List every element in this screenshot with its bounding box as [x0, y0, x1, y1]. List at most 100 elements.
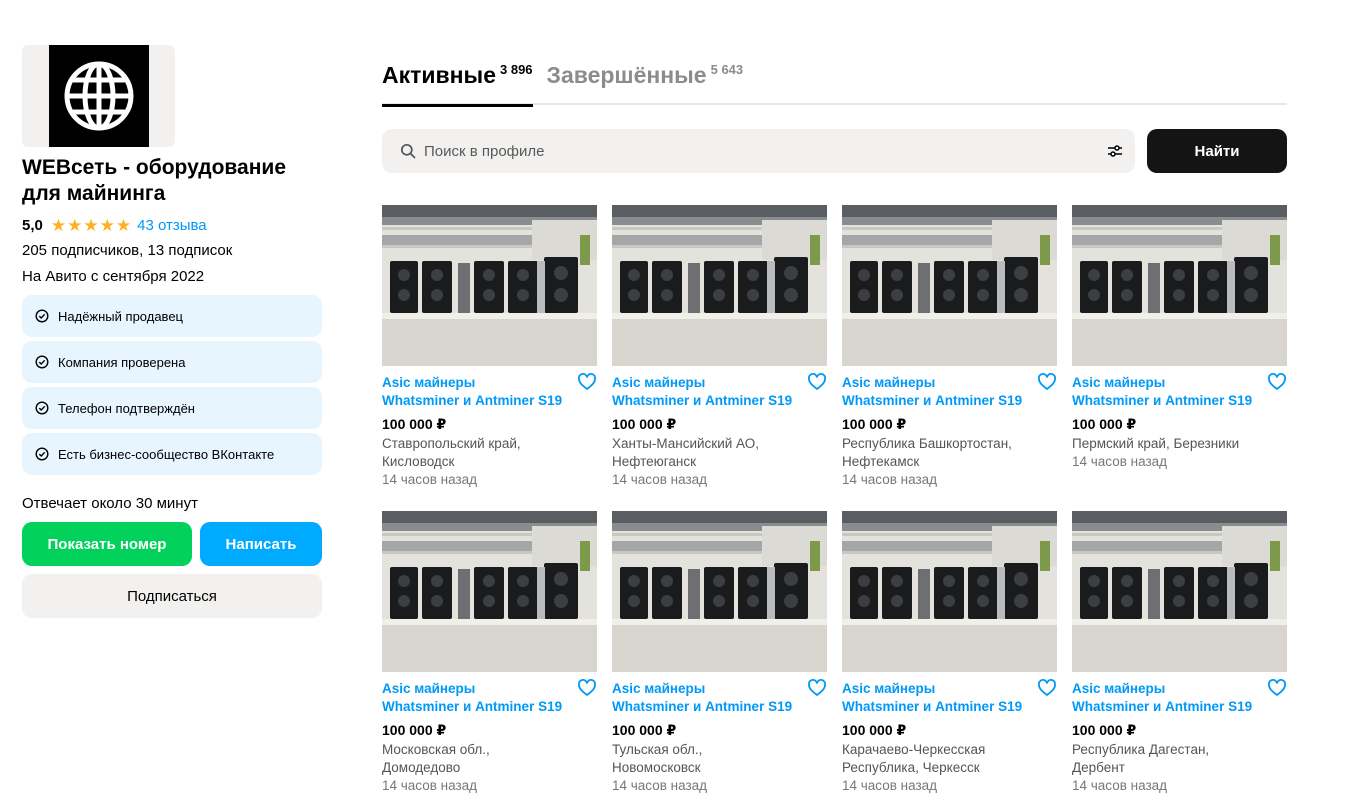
search-icon	[400, 143, 416, 159]
listing-location-line: Республика Дагестан,	[1072, 742, 1210, 757]
tab-count: 3 896	[500, 62, 533, 77]
tab-completed[interactable]: Завершённые 5 643	[547, 58, 744, 105]
contact-buttons: Показать номер Написать	[22, 522, 322, 566]
listing-title[interactable]: Asic майнеры Whatsminer и Antminer S19	[612, 680, 799, 716]
show-phone-button[interactable]: Показать номер	[22, 522, 192, 566]
listing-title-line: Asic майнеры	[842, 375, 936, 390]
listing-title-line: Whatsminer и Antminer S19	[612, 393, 793, 408]
favorite-heart-icon[interactable]	[1037, 678, 1057, 698]
listing-location-line: Домодедово	[382, 760, 461, 775]
listing-time: 14 часов назад	[1072, 778, 1168, 793]
listing-title-line: Asic майнеры	[612, 375, 706, 390]
listing-photo[interactable]	[842, 205, 1057, 366]
listing-title[interactable]: Asic майнеры Whatsminer и Antminer S19	[1072, 374, 1259, 410]
listing-location-line: Республика Башкортостан,	[842, 436, 1012, 451]
listing-card[interactable]: Asic майнеры Whatsminer и Antminer S19 1…	[842, 511, 1057, 806]
favorite-heart-icon[interactable]	[577, 372, 597, 392]
check-circle-icon	[35, 355, 49, 369]
listing-tabs: Активные 3 896 Завершённые 5 643	[382, 58, 1287, 107]
listing-title[interactable]: Asic майнеры Whatsminer и Antminer S19	[842, 680, 1029, 716]
find-button[interactable]: Найти	[1147, 129, 1287, 173]
favorite-heart-icon[interactable]	[1267, 678, 1287, 698]
write-message-button[interactable]: Написать	[200, 522, 322, 566]
listing-time: 14 часов назад	[612, 472, 708, 487]
badge-vk-community[interactable]: Есть бизнес-сообщество ВКонтакте	[22, 433, 322, 475]
check-circle-icon	[35, 401, 49, 415]
miners-photo	[1072, 511, 1287, 672]
listing-title[interactable]: Asic майнеры Whatsminer и Antminer S19	[842, 374, 1029, 410]
favorite-heart-icon[interactable]	[1267, 372, 1287, 392]
favorite-heart-icon[interactable]	[807, 678, 827, 698]
listing-photo[interactable]	[1072, 205, 1287, 366]
globe-icon	[49, 45, 149, 147]
listing-card[interactable]: Asic майнеры Whatsminer и Antminer S19 1…	[612, 205, 827, 511]
listing-price: 100 000 ₽	[842, 722, 907, 738]
trust-badges: Надёжный продавец Компания проверена Тел…	[22, 295, 322, 475]
listing-photo[interactable]	[612, 511, 827, 672]
listing-time: 14 часов назад	[1072, 454, 1168, 469]
seller-logo[interactable]	[22, 45, 175, 147]
listing-photo[interactable]	[1072, 511, 1287, 672]
search-row: Найти	[382, 129, 1287, 173]
rating-stars: ★ ★ ★ ★ ★	[51, 217, 131, 234]
listing-location-line: Новомосковск	[612, 760, 701, 775]
listing-location: Ханты-Мансийский АО, Нефтеюганск	[612, 435, 827, 471]
subscribe-button[interactable]: Подписаться	[22, 574, 322, 618]
filter-sliders-icon[interactable]	[1107, 143, 1123, 159]
listing-title[interactable]: Asic майнеры Whatsminer и Antminer S19	[612, 374, 799, 410]
search-box[interactable]	[382, 129, 1135, 173]
favorite-heart-icon[interactable]	[1037, 372, 1057, 392]
response-time: Отвечает около 30 минут	[22, 495, 198, 512]
listing-photo[interactable]	[612, 205, 827, 366]
listing-location-line: Дербент	[1072, 760, 1125, 775]
rating-row: 5,0 ★ ★ ★ ★ ★ 43 отзыва	[22, 215, 322, 235]
listing-head: Asic майнеры Whatsminer и Antminer S19	[382, 678, 597, 716]
listing-photo[interactable]	[842, 511, 1057, 672]
listing-title-line: Whatsminer и Antminer S19	[382, 393, 563, 408]
star-icon: ★	[67, 215, 83, 235]
subscribers-count[interactable]: 205 подписчиков, 13 подписок	[22, 241, 322, 261]
listing-title-line: Whatsminer и Antminer S19	[842, 699, 1023, 714]
listings-grid: Asic майнеры Whatsminer и Antminer S19 1…	[382, 205, 1287, 806]
favorite-heart-icon[interactable]	[577, 678, 597, 698]
listing-location-line: Ставропольский край,	[382, 436, 521, 451]
listing-card[interactable]: Asic майнеры Whatsminer и Antminer S19 1…	[1072, 511, 1287, 806]
badge-company-verified[interactable]: Компания проверена	[22, 341, 322, 383]
listing-location-line: Республика, Черкесск	[842, 760, 980, 775]
listing-location: Республика Дагестан, Дербент	[1072, 741, 1287, 777]
badge-label: Надёжный продавец	[58, 308, 183, 324]
listing-card[interactable]: Asic майнеры Whatsminer и Antminer S19 1…	[382, 511, 597, 806]
badge-reliable-seller[interactable]: Надёжный продавец	[22, 295, 322, 337]
listing-location: Карачаево-Черкесская Республика, Черкесс…	[842, 741, 1057, 777]
listing-head: Asic майнеры Whatsminer и Antminer S19	[382, 372, 597, 410]
listing-title[interactable]: Asic майнеры Whatsminer и Antminer S19	[1072, 680, 1259, 716]
listing-location-line: Карачаево-Черкесская	[842, 742, 986, 757]
listing-title-line: Whatsminer и Antminer S19	[1072, 393, 1253, 408]
seller-name: WEBсеть - оборудование для майнинга	[22, 156, 287, 205]
star-icon: ★	[99, 215, 115, 235]
search-input[interactable]	[424, 142, 1107, 160]
listing-card[interactable]: Asic майнеры Whatsminer и Antminer S19 1…	[382, 205, 597, 511]
listing-card[interactable]: Asic майнеры Whatsminer и Antminer S19 1…	[1072, 205, 1287, 511]
listing-title-line: Asic майнеры	[382, 681, 476, 696]
tab-active[interactable]: Активные 3 896	[382, 58, 533, 107]
listing-location: Республика Башкортостан, Нефтекамск	[842, 435, 1057, 471]
listing-head: Asic майнеры Whatsminer и Antminer S19	[1072, 678, 1287, 716]
listing-title[interactable]: Asic майнеры Whatsminer и Antminer S19	[382, 680, 569, 716]
listing-card[interactable]: Asic майнеры Whatsminer и Antminer S19 1…	[842, 205, 1057, 511]
listing-title[interactable]: Asic майнеры Whatsminer и Antminer S19	[382, 374, 569, 410]
listing-photo[interactable]	[382, 511, 597, 672]
listing-location: Московская обл., Домодедово	[382, 741, 597, 777]
listing-price: 100 000 ₽	[382, 416, 447, 432]
listing-time: 14 часов назад	[842, 472, 938, 487]
seller-sidebar: WEBсеть - оборудование для майнинга 5,0 …	[22, 45, 322, 618]
miners-photo	[612, 511, 827, 672]
badge-phone-verified[interactable]: Телефон подтверждён	[22, 387, 322, 429]
favorite-heart-icon[interactable]	[807, 372, 827, 392]
listing-location-line: Кисловодск	[382, 454, 455, 469]
listing-photo[interactable]	[382, 205, 597, 366]
listing-head: Asic майнеры Whatsminer и Antminer S19	[1072, 372, 1287, 410]
listing-head: Asic майнеры Whatsminer и Antminer S19	[612, 678, 827, 716]
listing-card[interactable]: Asic майнеры Whatsminer и Antminer S19 1…	[612, 511, 827, 806]
reviews-link[interactable]: 43 отзыва	[137, 217, 207, 234]
